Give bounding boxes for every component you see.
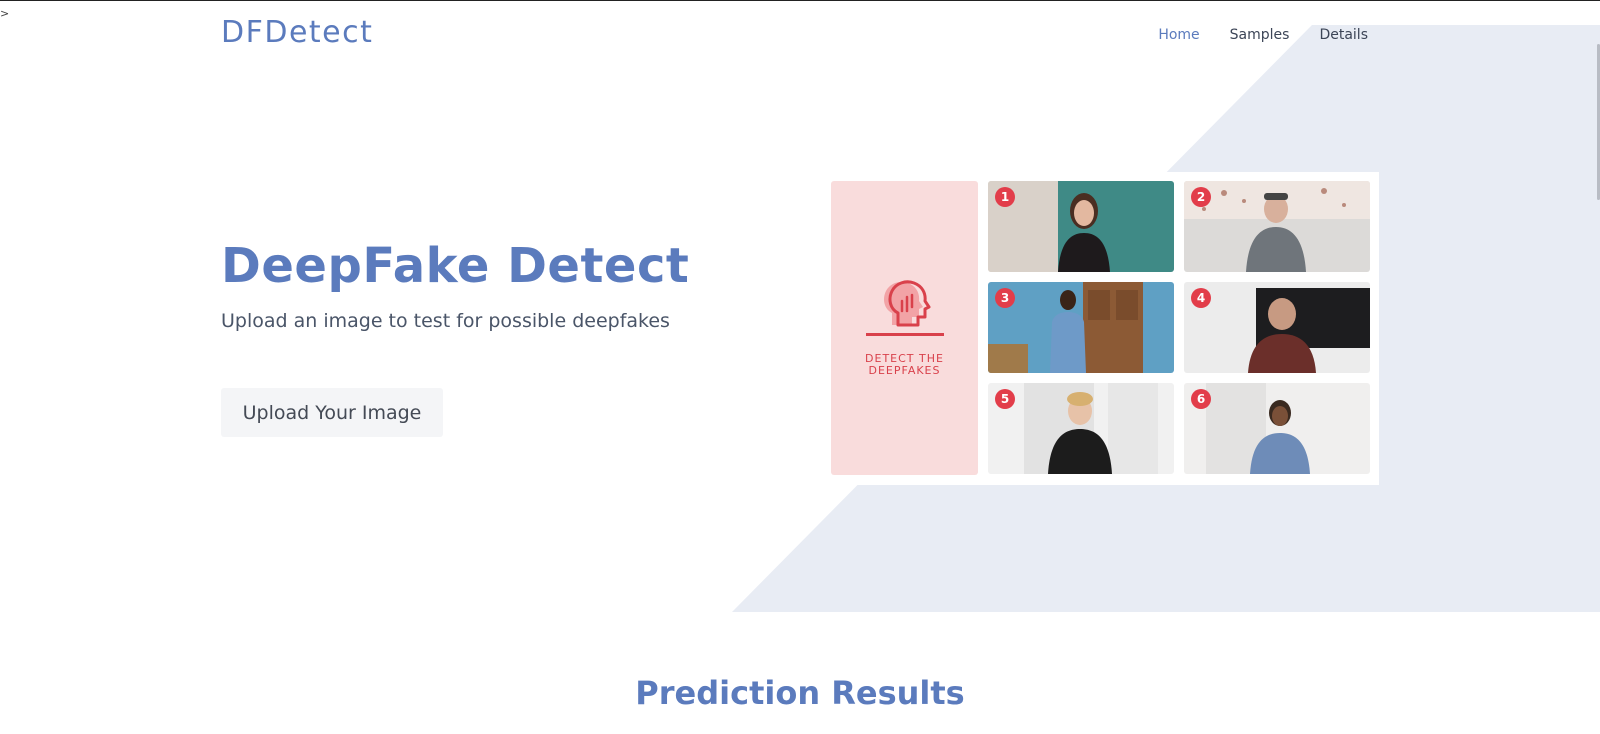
hero-title: DeepFake Detect <box>221 238 690 294</box>
panel-caption: DETECT THE DEEPFAKES <box>831 353 978 377</box>
tile-number: 4 <box>1191 288 1211 308</box>
main-nav: Home Samples Details <box>1158 27 1368 43</box>
brand-logo[interactable]: DFDetect <box>221 15 373 50</box>
sample-photo <box>1184 383 1370 474</box>
head-profile-icon <box>884 280 931 327</box>
detect-panel: DETECT THE DEEPFAKES <box>831 181 978 475</box>
tile-number: 5 <box>995 389 1015 409</box>
sample-photo <box>988 181 1174 272</box>
nav-samples[interactable]: Samples <box>1230 27 1290 43</box>
tile-number: 3 <box>995 288 1015 308</box>
nav-home[interactable]: Home <box>1158 27 1199 43</box>
tile-number: 2 <box>1191 187 1211 207</box>
tile-number: 1 <box>995 187 1015 207</box>
hero-subtitle: Upload an image to test for possible dee… <box>221 310 670 332</box>
tile-number: 6 <box>1191 389 1211 409</box>
upload-image-button[interactable]: Upload Your Image <box>221 388 443 437</box>
sample-photo <box>1184 282 1370 373</box>
scrollbar[interactable] <box>1596 0 1600 734</box>
sample-tile: 3 <box>988 282 1174 373</box>
panel-divider <box>866 333 944 336</box>
deepfake-collage-image: DETECT THE DEEPFAKES 1 2 3 4 5 6 <box>829 172 1379 485</box>
sample-photo <box>988 282 1174 373</box>
sample-photo <box>1184 181 1370 272</box>
sample-tile: 5 <box>988 383 1174 474</box>
prediction-results-title: Prediction Results <box>635 674 965 712</box>
sample-photo <box>988 383 1174 474</box>
sample-tile: 1 <box>988 181 1174 272</box>
sample-tile: 2 <box>1184 181 1370 272</box>
sample-tile: 4 <box>1184 282 1370 373</box>
panel-caption-line2: DEEPFAKES <box>868 364 941 377</box>
sample-tile: 6 <box>1184 383 1370 474</box>
nav-details[interactable]: Details <box>1319 27 1368 43</box>
